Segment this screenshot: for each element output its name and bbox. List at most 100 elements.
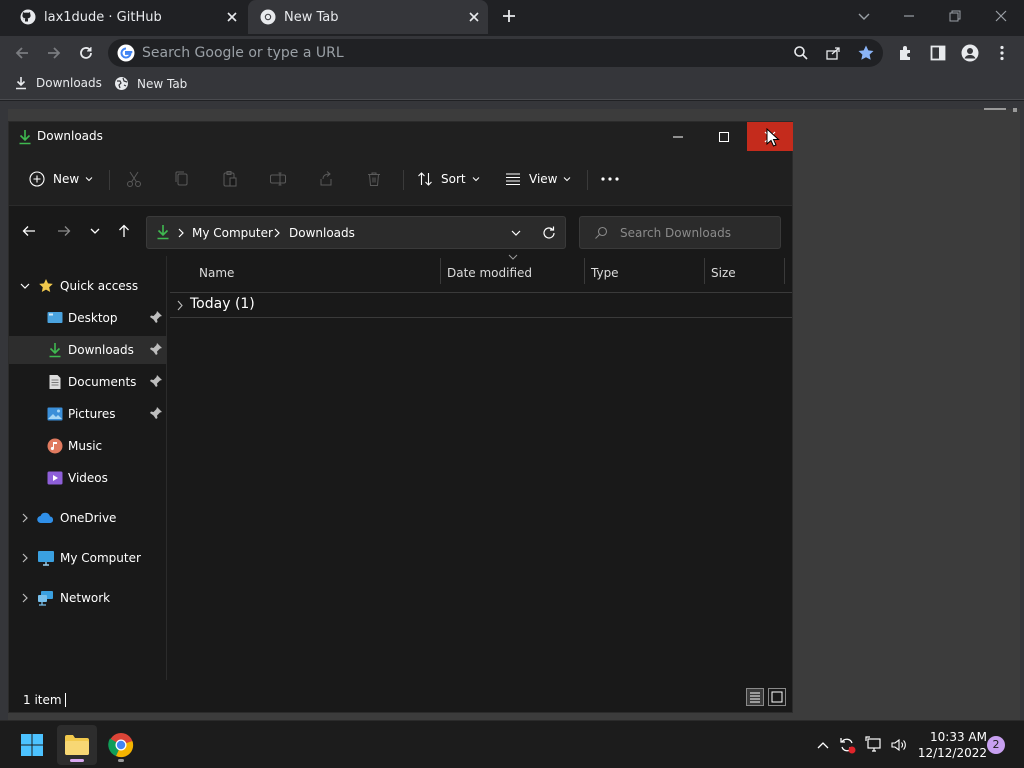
- start-button[interactable]: [12, 725, 52, 765]
- chrome-icon: [260, 9, 276, 25]
- close-tab-icon[interactable]: [224, 9, 240, 25]
- reload-icon[interactable]: [72, 39, 100, 67]
- nav-network[interactable]: Network: [9, 584, 167, 612]
- taskbar-chrome[interactable]: [101, 725, 141, 765]
- nav-videos[interactable]: Videos: [9, 464, 167, 492]
- chevron-right-icon[interactable]: [19, 552, 31, 564]
- canvas-indicator-dot: [1013, 108, 1017, 112]
- nav-documents[interactable]: Documents: [9, 368, 167, 396]
- address-bar[interactable]: My Computer Downloads: [146, 216, 566, 249]
- breadcrumb-downloads[interactable]: Downloads: [289, 226, 355, 240]
- pictures-icon: [46, 405, 64, 423]
- rename-icon[interactable]: [267, 168, 289, 190]
- search-downloads-input[interactable]: Search Downloads: [579, 216, 781, 249]
- back-icon[interactable]: [8, 39, 36, 67]
- chevron-down-icon[interactable]: [19, 280, 31, 292]
- chevron-down-icon[interactable]: [510, 228, 522, 238]
- browser-toolbar: Search Google or type a URL: [0, 36, 1024, 70]
- tab-search-icon[interactable]: [850, 4, 878, 28]
- system-clock[interactable]: 10:33 AM 12/12/2022: [915, 729, 987, 761]
- chevron-right-icon[interactable]: [177, 228, 185, 238]
- forward-icon[interactable]: [40, 39, 68, 67]
- clock-time: 10:33 AM: [930, 730, 987, 744]
- sync-icon[interactable]: [837, 735, 857, 755]
- column-separator[interactable]: [704, 258, 705, 284]
- close-window-icon[interactable]: [987, 4, 1015, 28]
- tab-github[interactable]: lax1dude · GitHub: [8, 0, 246, 34]
- details-view-button[interactable]: [746, 688, 764, 706]
- refresh-icon[interactable]: [541, 225, 557, 241]
- view-label: View: [529, 172, 558, 186]
- forward-icon[interactable]: [53, 220, 75, 242]
- volume-icon[interactable]: [889, 735, 909, 755]
- group-header-today[interactable]: Today (1): [170, 292, 792, 318]
- up-icon[interactable]: [113, 220, 135, 242]
- nav-music[interactable]: Music: [9, 432, 167, 460]
- file-list-pane[interactable]: Name Date modified Type Size Today (1): [168, 254, 792, 682]
- pin-icon: [149, 342, 163, 356]
- close-tab-icon[interactable]: [466, 9, 482, 25]
- omnibox[interactable]: Search Google or type a URL: [108, 39, 883, 67]
- nav-quick-access[interactable]: Quick access: [9, 272, 167, 300]
- navigation-pane: Quick access Desktop Downloads Documents…: [9, 256, 167, 680]
- minimize-icon[interactable]: [895, 4, 923, 28]
- share-icon[interactable]: [825, 45, 841, 61]
- copy-icon[interactable]: [171, 168, 193, 190]
- show-hidden-icons-icon[interactable]: [813, 735, 833, 755]
- nav-downloads[interactable]: Downloads: [9, 336, 167, 364]
- chevron-right-icon[interactable]: [273, 228, 281, 238]
- column-separator[interactable]: [440, 258, 441, 284]
- column-header-type[interactable]: Type: [591, 266, 619, 280]
- column-separator[interactable]: [584, 258, 585, 284]
- delete-icon[interactable]: [363, 168, 385, 190]
- chevron-right-icon[interactable]: [19, 512, 31, 524]
- search-icon: [594, 226, 608, 240]
- bookmark-downloads[interactable]: Downloads: [14, 76, 102, 90]
- paste-icon[interactable]: [219, 168, 241, 190]
- nav-my-computer[interactable]: My Computer: [9, 544, 167, 572]
- nav-onedrive[interactable]: OneDrive: [9, 504, 167, 532]
- separator: [587, 170, 588, 190]
- chevron-right-icon[interactable]: [19, 592, 31, 604]
- nav-label: My Computer: [60, 551, 141, 565]
- tab-title: New Tab: [284, 9, 339, 25]
- sort-button[interactable]: Sort: [417, 166, 480, 192]
- bookmark-new-tab[interactable]: New Tab: [114, 76, 187, 91]
- sort-label: Sort: [441, 172, 466, 186]
- column-separator[interactable]: [784, 258, 785, 284]
- tab-new-tab[interactable]: New Tab: [248, 0, 488, 34]
- recent-locations-icon[interactable]: [84, 220, 106, 242]
- profile-icon[interactable]: [956, 39, 984, 67]
- breadcrumb-my-computer[interactable]: My Computer: [192, 226, 273, 240]
- document-icon: [46, 373, 64, 391]
- explorer-title-bar[interactable]: Downloads: [9, 122, 793, 152]
- explorer-minimize-button[interactable]: [655, 122, 701, 151]
- cut-icon[interactable]: [123, 168, 145, 190]
- column-header-date-modified[interactable]: Date modified: [447, 266, 532, 280]
- bookmark-star-icon[interactable]: [857, 44, 875, 62]
- taskbar-file-explorer[interactable]: [57, 725, 97, 765]
- share-icon[interactable]: [315, 168, 337, 190]
- nav-desktop[interactable]: Desktop: [9, 304, 167, 332]
- extensions-icon[interactable]: [892, 39, 920, 67]
- restore-icon[interactable]: [941, 4, 969, 28]
- notification-badge[interactable]: 2: [987, 736, 1005, 754]
- new-tab-button[interactable]: [495, 4, 523, 28]
- large-icons-view-button[interactable]: [768, 688, 786, 706]
- side-panel-icon[interactable]: [924, 39, 952, 67]
- column-header-name[interactable]: Name: [199, 266, 234, 280]
- chevron-right-icon[interactable]: [176, 300, 184, 311]
- nav-pictures[interactable]: Pictures: [9, 400, 167, 428]
- new-button[interactable]: New: [29, 166, 93, 192]
- chevron-down-icon: [563, 175, 571, 183]
- separator: [403, 170, 404, 190]
- back-icon[interactable]: [18, 220, 40, 242]
- mouse-cursor: [766, 128, 780, 148]
- zoom-search-icon[interactable]: [793, 45, 809, 61]
- see-more-icon[interactable]: [599, 168, 621, 190]
- explorer-maximize-button[interactable]: [701, 122, 747, 151]
- column-header-size[interactable]: Size: [711, 266, 736, 280]
- network-status-icon[interactable]: [864, 735, 884, 755]
- more-menu-icon[interactable]: [988, 39, 1016, 67]
- view-button[interactable]: View: [505, 166, 571, 192]
